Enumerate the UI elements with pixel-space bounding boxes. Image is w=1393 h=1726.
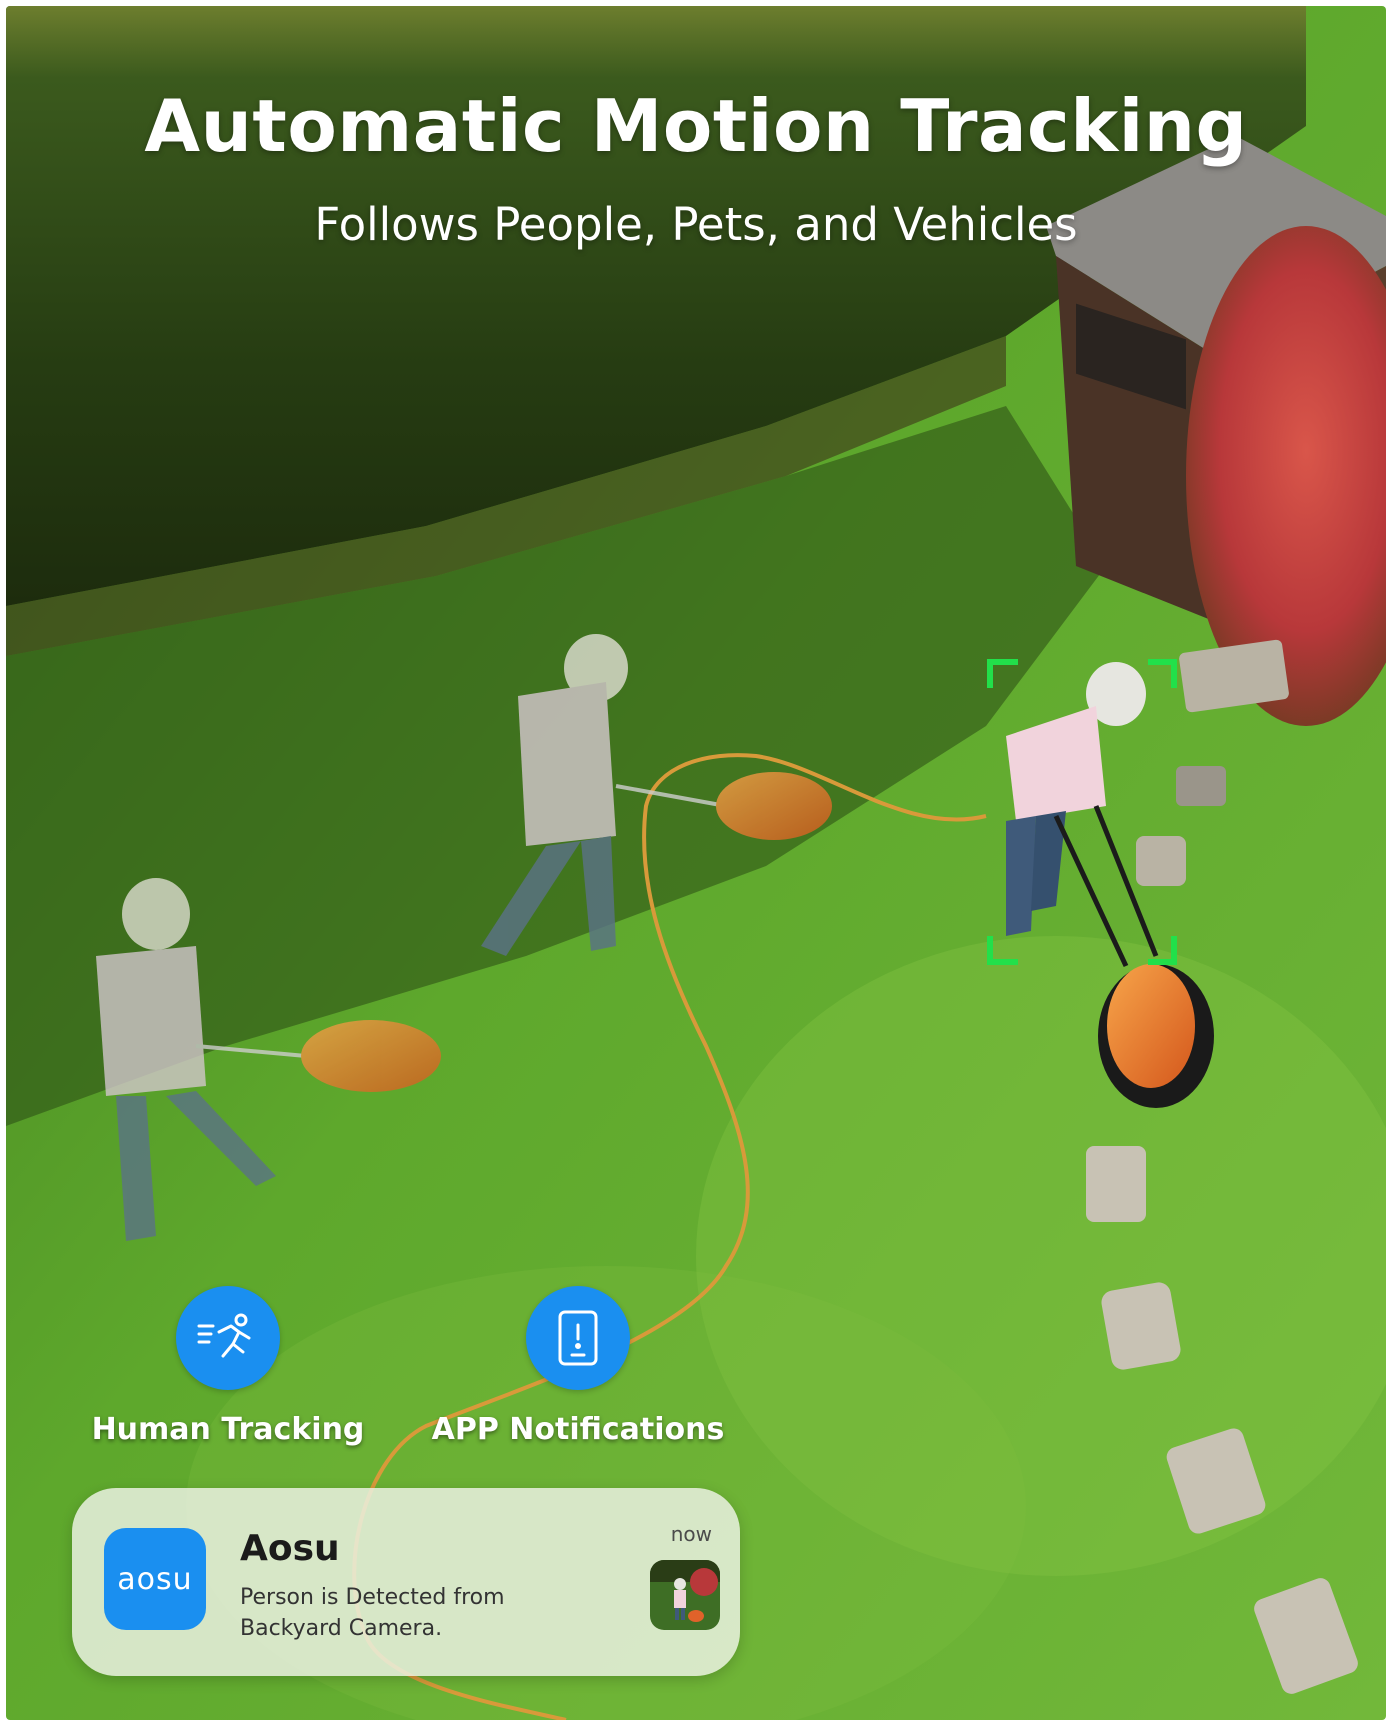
page-subtitle: Follows People, Pets, and Vehicles xyxy=(314,198,1078,251)
push-notification-card[interactable]: aosu Aosu Person is Detected from Backya… xyxy=(72,1488,740,1676)
app-icon-text: aosu xyxy=(117,1561,193,1597)
page-title: Automatic Motion Tracking xyxy=(144,84,1248,168)
feature-label: Human Tracking xyxy=(91,1412,365,1447)
camera-snapshot-thumbnail xyxy=(650,1560,720,1630)
feature-human-tracking: Human Tracking xyxy=(68,1286,388,1447)
backyard-lawn-photo xyxy=(6,6,1386,1720)
feature-app-notifications: APP Notifications xyxy=(418,1286,738,1447)
notification-app-name: Aosu xyxy=(240,1528,340,1569)
aosu-app-icon: aosu xyxy=(104,1528,206,1630)
feature-label: APP Notifications xyxy=(431,1412,725,1447)
notification-message: Person is Detected from Backyard Camera. xyxy=(240,1585,505,1641)
notification-time: now xyxy=(670,1522,712,1546)
phone-alert-icon xyxy=(526,1286,630,1390)
promo-banner: Automatic Motion Tracking Follows People… xyxy=(6,6,1386,1720)
running-person-icon xyxy=(176,1286,280,1390)
